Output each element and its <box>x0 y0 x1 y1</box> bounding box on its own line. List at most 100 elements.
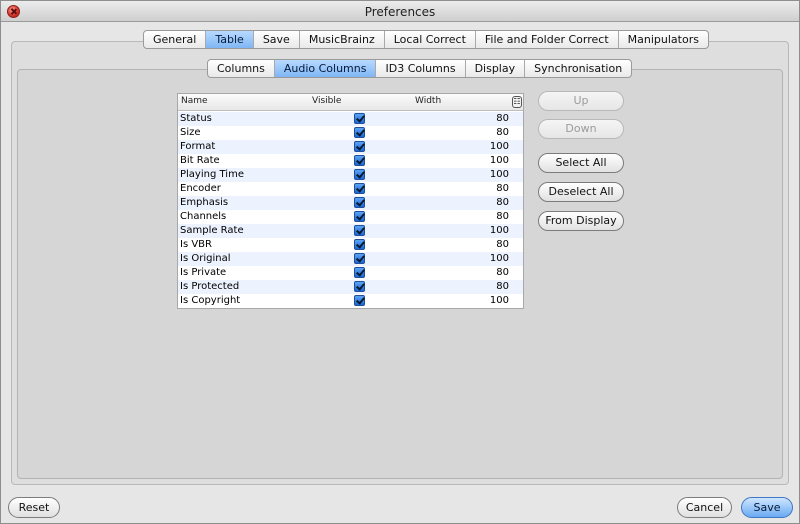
table-row[interactable]: Playing Time 100 <box>178 168 523 182</box>
visible-checkbox[interactable] <box>354 183 365 194</box>
column-width[interactable]: 100 <box>490 224 509 238</box>
visible-checkbox[interactable] <box>354 155 365 166</box>
tab-general[interactable]: General <box>144 31 207 48</box>
tab-display[interactable]: Display <box>466 60 526 77</box>
column-name: Channels <box>180 211 227 222</box>
checkmark-icon <box>354 211 365 222</box>
checkmark-icon <box>354 253 365 264</box>
column-width[interactable]: 80 <box>496 210 509 224</box>
visible-checkbox[interactable] <box>354 127 365 138</box>
table-row[interactable]: Is VBR 80 <box>178 238 523 252</box>
header-name[interactable]: Name <box>181 96 208 106</box>
select-all-button[interactable]: Select All <box>538 153 624 173</box>
column-name: Sample Rate <box>180 225 244 236</box>
column-name: Encoder <box>180 183 221 194</box>
column-name: Size <box>180 127 201 138</box>
table-row[interactable]: Is Copyright 100 <box>178 294 523 308</box>
checkmark-icon <box>354 183 365 194</box>
tab-local-correct[interactable]: Local Correct <box>385 31 476 48</box>
checkmark-icon <box>354 239 365 250</box>
checkmark-icon <box>354 281 365 292</box>
preferences-window: Preferences General Table Save MusicBrai… <box>0 0 800 524</box>
from-display-button[interactable]: From Display <box>538 211 624 231</box>
visible-checkbox[interactable] <box>354 141 365 152</box>
visible-checkbox[interactable] <box>354 239 365 250</box>
table-row[interactable]: Channels 80 <box>178 210 523 224</box>
tab-audio-columns[interactable]: Audio Columns <box>274 60 377 77</box>
column-width[interactable]: 80 <box>496 196 509 210</box>
window-title: Preferences <box>364 5 436 19</box>
column-width[interactable]: 100 <box>490 294 509 308</box>
visible-checkbox[interactable] <box>354 211 365 222</box>
header-visible[interactable]: Visible <box>312 96 341 106</box>
checkmark-icon <box>354 267 365 278</box>
checkmark-icon <box>354 141 365 152</box>
column-name: Format <box>180 141 216 152</box>
table-row[interactable]: Format 100 <box>178 140 523 154</box>
visible-checkbox[interactable] <box>354 295 365 306</box>
table-row[interactable]: Is Original 100 <box>178 252 523 266</box>
column-width[interactable]: 100 <box>490 168 509 182</box>
checkmark-icon <box>354 127 365 138</box>
column-width[interactable]: 80 <box>496 266 509 280</box>
tab-file-and-folder-correct[interactable]: File and Folder Correct <box>476 31 619 48</box>
checkmark-icon <box>354 197 365 208</box>
column-name: Is VBR <box>180 239 212 250</box>
column-width[interactable]: 100 <box>490 154 509 168</box>
column-name: Is Private <box>180 267 227 278</box>
column-name: Is Copyright <box>180 295 241 306</box>
column-width[interactable]: 80 <box>496 126 509 140</box>
table-row[interactable]: Is Protected 80 <box>178 280 523 294</box>
column-width[interactable]: 80 <box>496 112 509 126</box>
table-row[interactable]: Status 80 <box>178 112 523 126</box>
deselect-all-button[interactable]: Deselect All <box>538 182 624 202</box>
column-width[interactable]: 80 <box>496 182 509 196</box>
table-header: Name Visible Width ☷ <box>178 94 523 111</box>
column-name: Is Protected <box>180 281 240 292</box>
header-width[interactable]: Width <box>415 96 441 106</box>
tab-manipulators[interactable]: Manipulators <box>619 31 708 48</box>
column-chooser-icon[interactable]: ☷ <box>512 96 522 108</box>
main-tabs: General Table Save MusicBrainz Local Cor… <box>143 30 709 49</box>
column-width[interactable]: 100 <box>490 140 509 154</box>
checkmark-icon <box>354 295 365 306</box>
tab-save[interactable]: Save <box>254 31 300 48</box>
tab-synchronisation[interactable]: Synchronisation <box>525 60 631 77</box>
checkmark-icon <box>354 169 365 180</box>
column-name: Bit Rate <box>180 155 220 166</box>
save-button[interactable]: Save <box>741 497 793 518</box>
table-row[interactable]: Bit Rate 100 <box>178 154 523 168</box>
down-button[interactable]: Down <box>538 119 624 139</box>
checkmark-icon <box>354 113 365 124</box>
reset-button[interactable]: Reset <box>8 497 60 518</box>
column-width[interactable]: 100 <box>490 252 509 266</box>
up-button[interactable]: Up <box>538 91 624 111</box>
tab-musicbrainz[interactable]: MusicBrainz <box>300 31 385 48</box>
column-name: Emphasis <box>180 197 229 208</box>
table-row[interactable]: Size 80 <box>178 126 523 140</box>
cancel-button[interactable]: Cancel <box>677 497 732 518</box>
visible-checkbox[interactable] <box>354 267 365 278</box>
sub-tabs: Columns Audio Columns ID3 Columns Displa… <box>207 59 633 78</box>
table-row[interactable]: Encoder 80 <box>178 182 523 196</box>
column-name: Playing Time <box>180 169 244 180</box>
tab-table[interactable]: Table <box>206 31 254 48</box>
visible-checkbox[interactable] <box>354 169 365 180</box>
table-row[interactable]: Is Private 80 <box>178 266 523 280</box>
visible-checkbox[interactable] <box>354 113 365 124</box>
column-width[interactable]: 80 <box>496 238 509 252</box>
table-row[interactable]: Sample Rate 100 <box>178 224 523 238</box>
visible-checkbox[interactable] <box>354 281 365 292</box>
checkmark-icon <box>354 155 365 166</box>
columns-table[interactable]: Name Visible Width ☷ Status 80 Size 80 Forma… <box>177 93 524 309</box>
column-name: Status <box>180 113 212 124</box>
column-width[interactable]: 80 <box>496 280 509 294</box>
checkmark-icon <box>354 225 365 236</box>
visible-checkbox[interactable] <box>354 197 365 208</box>
tab-columns[interactable]: Columns <box>208 60 275 77</box>
table-row[interactable]: Emphasis 80 <box>178 196 523 210</box>
titlebar: Preferences <box>1 1 799 22</box>
visible-checkbox[interactable] <box>354 225 365 236</box>
visible-checkbox[interactable] <box>354 253 365 264</box>
tab-id3-columns[interactable]: ID3 Columns <box>376 60 466 77</box>
